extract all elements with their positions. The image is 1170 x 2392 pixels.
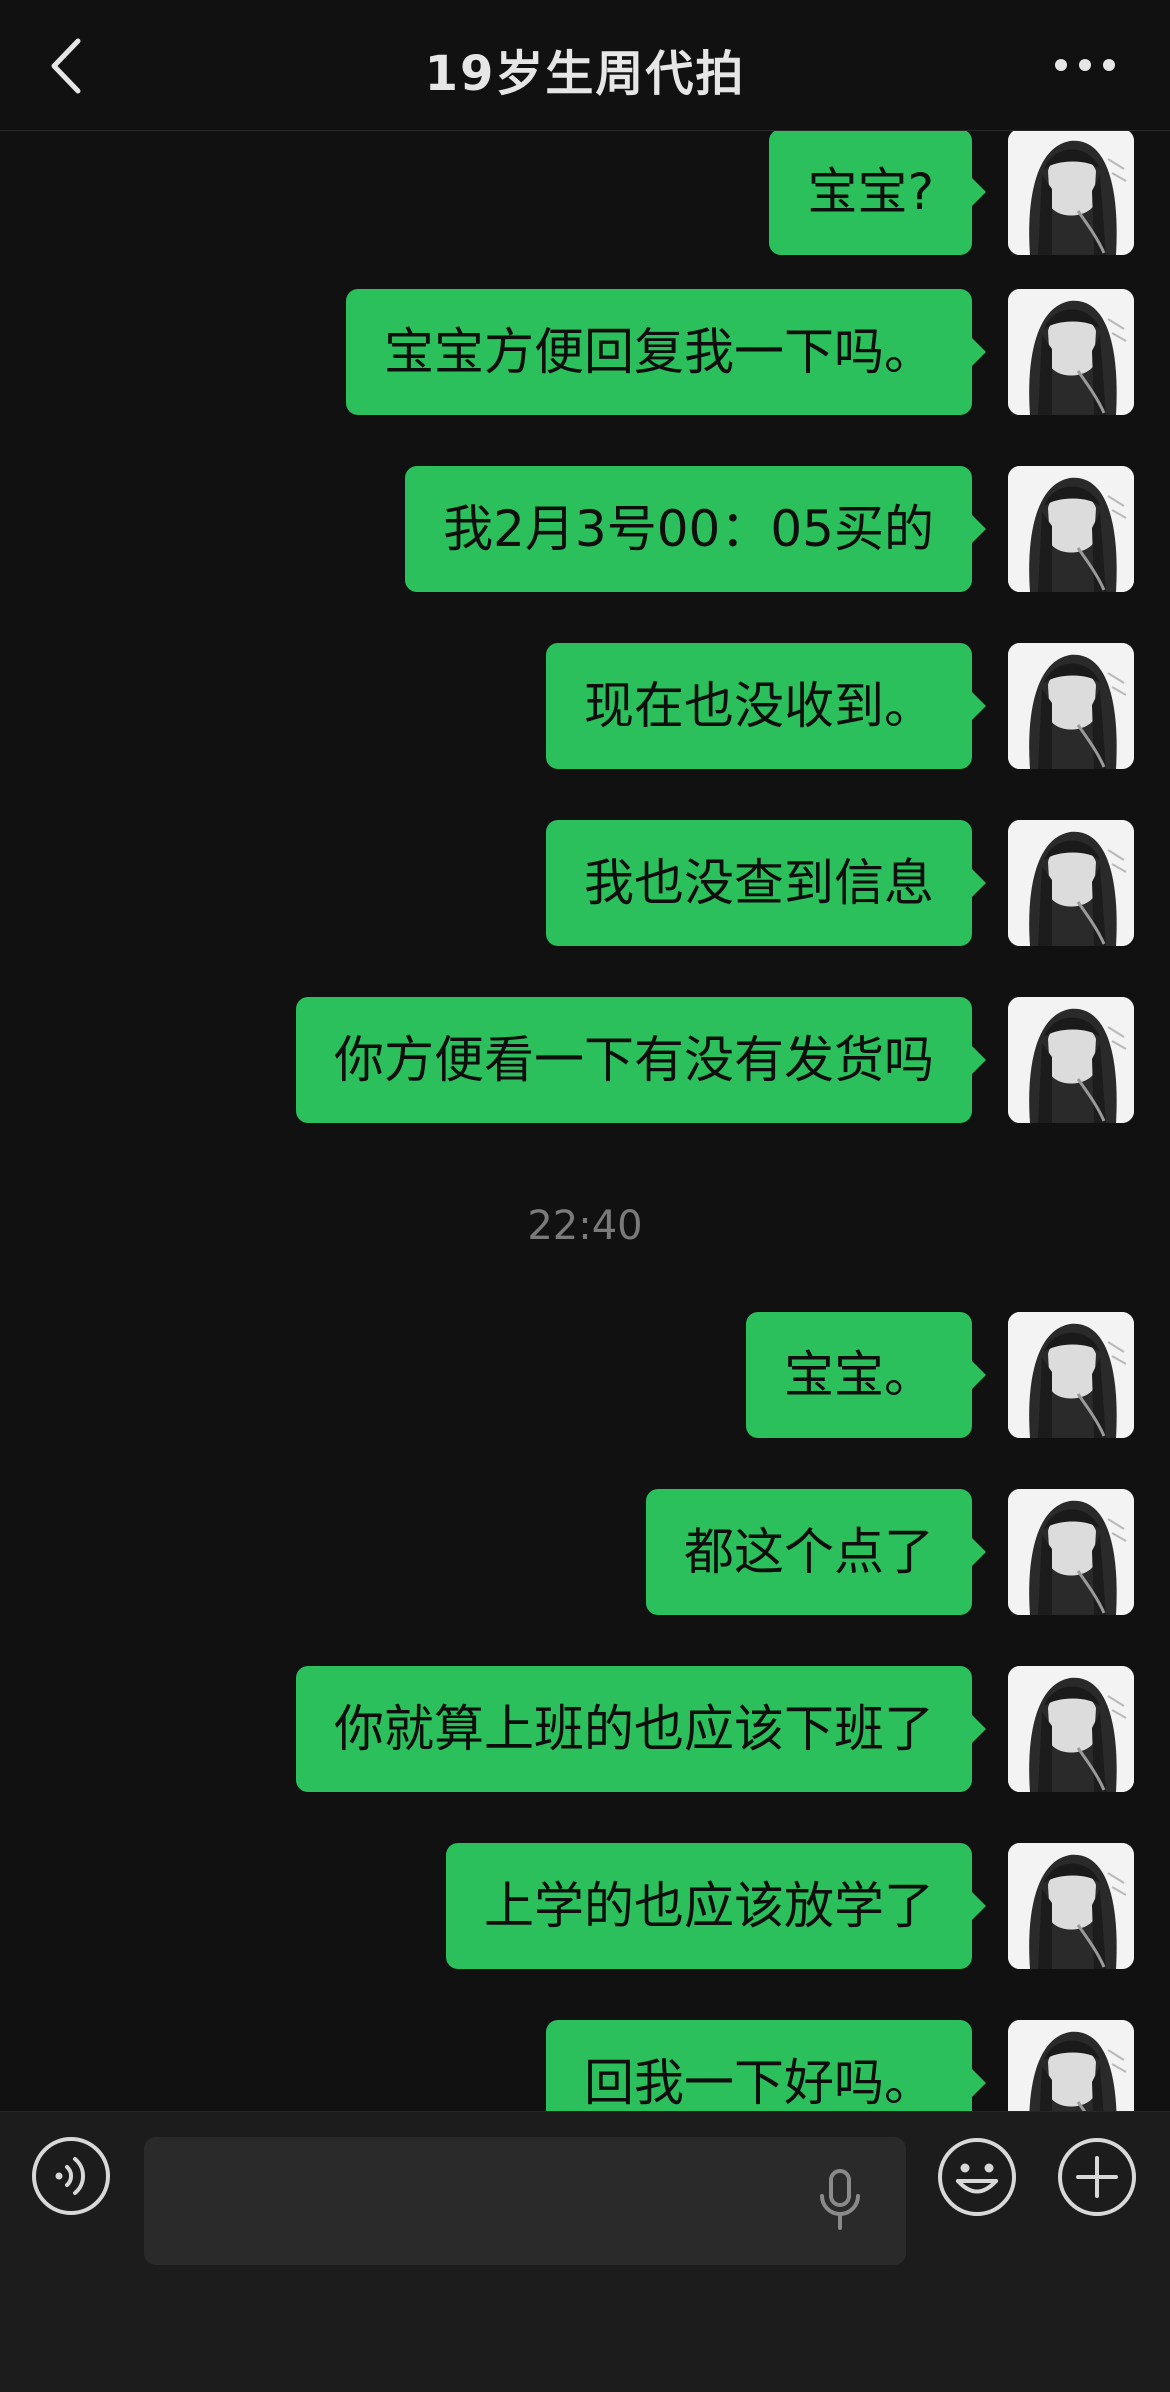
more-dots-icon bbox=[1055, 59, 1115, 71]
message-row: 现在也没收到。 bbox=[0, 643, 1170, 769]
microphone-icon[interactable] bbox=[816, 2168, 864, 2234]
avatar[interactable] bbox=[1008, 820, 1134, 946]
message-row: 我也没查到信息 bbox=[0, 820, 1170, 946]
message-bubble[interactable]: 宝宝方便回复我一下吗。 bbox=[346, 289, 986, 415]
emoji-button[interactable] bbox=[936, 2136, 1018, 2218]
avatar[interactable] bbox=[1008, 2020, 1134, 2111]
message-bubble[interactable]: 上学的也应该放学了 bbox=[446, 1843, 986, 1969]
more-button[interactable] bbox=[1040, 38, 1130, 92]
message-row: 宝宝。 bbox=[0, 1312, 1170, 1438]
message-row: 你就算上班的也应该下班了 bbox=[0, 1666, 1170, 1792]
message-bubble[interactable]: 你就算上班的也应该下班了 bbox=[296, 1666, 986, 1792]
avatar[interactable] bbox=[1008, 131, 1134, 255]
message-row: 上学的也应该放学了 bbox=[0, 1843, 1170, 1969]
chat-title: 19岁生周代拍 bbox=[424, 46, 746, 102]
plus-button[interactable] bbox=[1056, 2136, 1138, 2218]
message-input[interactable] bbox=[144, 2137, 906, 2265]
avatar[interactable] bbox=[1008, 1489, 1134, 1615]
emoji-icon bbox=[938, 2138, 1016, 2216]
avatar[interactable] bbox=[1008, 1666, 1134, 1792]
message-bubble[interactable]: 我2月3号00：05买的 bbox=[405, 466, 986, 592]
message-bubble[interactable]: 宝宝? bbox=[769, 131, 986, 255]
avatar[interactable] bbox=[1008, 466, 1134, 592]
voice-button[interactable] bbox=[31, 2136, 111, 2216]
input-bar bbox=[0, 2111, 1170, 2392]
avatar[interactable] bbox=[1008, 1312, 1134, 1438]
avatar[interactable] bbox=[1008, 997, 1134, 1123]
message-row: 宝宝? bbox=[0, 131, 1170, 255]
message-row: 宝宝方便回复我一下吗。 bbox=[0, 289, 1170, 415]
message-bubble[interactable]: 都这个点了 bbox=[646, 1489, 986, 1615]
chat-header: 19岁生周代拍 bbox=[0, 0, 1170, 131]
avatar[interactable] bbox=[1008, 1843, 1134, 1969]
message-bubble[interactable]: 我也没查到信息 bbox=[546, 820, 986, 946]
voice-icon bbox=[32, 2137, 110, 2215]
message-bubble[interactable]: 现在也没收到。 bbox=[546, 643, 986, 769]
time-separator: 22:40 bbox=[527, 1203, 643, 1249]
message-bubble[interactable]: 回我一下好吗。 bbox=[546, 2020, 986, 2111]
message-bubble[interactable]: 你方便看一下有没有发货吗 bbox=[296, 997, 986, 1123]
message-row: 你方便看一下有没有发货吗 bbox=[0, 997, 1170, 1123]
message-bubble[interactable]: 宝宝。 bbox=[746, 1312, 986, 1438]
plus-icon bbox=[1058, 2138, 1136, 2216]
message-list[interactable]: 宝宝? 宝宝方便回复我一下吗。 我2月3号00：05买的 现在也没收到。 我也没… bbox=[0, 131, 1170, 2111]
message-row: 我2月3号00：05买的 bbox=[0, 466, 1170, 592]
avatar[interactable] bbox=[1008, 643, 1134, 769]
message-row: 都这个点了 bbox=[0, 1489, 1170, 1615]
message-row: 回我一下好吗。 bbox=[0, 2020, 1170, 2111]
avatar[interactable] bbox=[1008, 289, 1134, 415]
